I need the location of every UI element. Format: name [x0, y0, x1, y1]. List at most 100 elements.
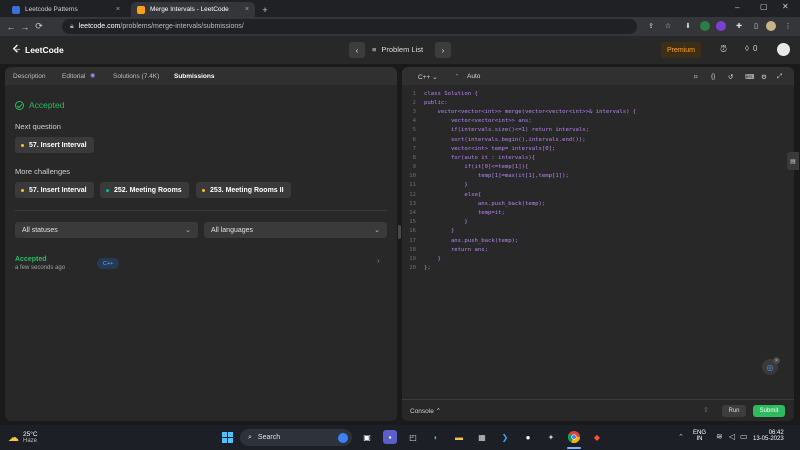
wifi-icon[interactable]: ≋	[716, 432, 723, 441]
challenge-chip[interactable]: 253. Meeting Rooms II	[196, 182, 291, 198]
restore-icon[interactable]: ▢	[760, 2, 768, 11]
sidebar-icon[interactable]: ▯	[751, 21, 761, 31]
difficulty-medium-dot	[202, 188, 205, 192]
submit-button[interactable]: Submit	[753, 405, 785, 417]
code-line: 4 vector<vector<int>> ans;	[402, 117, 794, 126]
close-chat-icon[interactable]: ×	[773, 357, 780, 364]
profile-avatar[interactable]	[766, 21, 776, 31]
app-settings-icon[interactable]: ✦	[544, 430, 558, 444]
prev-problem-button[interactable]: ‹	[349, 42, 365, 58]
task-view-icon[interactable]: ▣	[360, 430, 374, 444]
tab-submissions[interactable]: Submissions	[174, 73, 214, 80]
tab-solutions[interactable]: Solutions (7.4K)	[113, 73, 159, 80]
code-line: 13 ans.push_back(temp);	[402, 199, 794, 208]
tab-editorial[interactable]: Editorial	[62, 73, 85, 80]
braces-icon[interactable]: {}	[711, 73, 715, 80]
extension-icon[interactable]: ⬇	[683, 21, 693, 31]
submission-row[interactable]	[9, 249, 393, 275]
volume-icon[interactable]: ◁	[729, 432, 735, 441]
code-line: 7 vector<int> temp= intervals[0];	[402, 144, 794, 153]
browser-tab-leetcode-patterns[interactable]: Leetcode Patterns ×	[6, 2, 126, 17]
extension-purple-icon[interactable]	[716, 21, 726, 31]
app-icon[interactable]: ●	[521, 430, 535, 444]
lock-icon: 🔒︎	[70, 22, 74, 30]
auto-mode-label[interactable]: Auto	[467, 73, 480, 80]
upload-icon[interactable]: ⇧	[703, 406, 709, 414]
puzzle-extensions-icon[interactable]: ✚	[734, 21, 744, 31]
widgets-icon[interactable]: ◰	[406, 430, 420, 444]
weather-desc: Haze	[23, 438, 38, 444]
close-tab-icon[interactable]: ×	[116, 6, 120, 13]
minimize-icon[interactable]: –	[735, 3, 739, 12]
challenge-chip[interactable]: 252. Meeting Rooms	[100, 182, 189, 198]
store-icon[interactable]: ▦	[475, 430, 489, 444]
chrome-icon[interactable]	[567, 430, 581, 444]
status-filter-select[interactable]: All statuses ⌄	[15, 222, 198, 238]
code-text: if(it[0]<=temp[1]){	[424, 164, 529, 171]
fullscreen-icon[interactable]: ⤢	[777, 73, 782, 81]
tab-title: Leetcode Patterns	[25, 6, 78, 13]
vscode-icon[interactable]: ❯	[498, 430, 512, 444]
language-filter-select[interactable]: All languages ⌄	[204, 222, 387, 238]
settings-gear-icon[interactable]: ⚙	[761, 73, 767, 81]
forward-icon[interactable]: →	[18, 22, 32, 32]
premium-button[interactable]: Premium	[661, 42, 701, 58]
next-question-chip[interactable]: 57. Insert Interval	[15, 137, 94, 153]
chevron-up-icon[interactable]: ⌃	[678, 433, 684, 441]
leetcode-logo[interactable]: LeetCode	[12, 44, 64, 55]
language-value: C++	[418, 74, 431, 81]
code-line: 17 ans.push_back(temp);	[402, 236, 794, 245]
new-tab-icon[interactable]: +	[258, 2, 272, 17]
run-button[interactable]: Run	[722, 405, 746, 417]
line-number: 19	[409, 255, 416, 262]
share-icon[interactable]: ⇪	[646, 21, 656, 31]
panel-resize-handle[interactable]	[398, 225, 401, 239]
user-avatar[interactable]	[777, 43, 790, 56]
problem-list-button[interactable]: ≡ Problem List	[372, 45, 423, 54]
chevron-down-icon: ⌄	[374, 227, 380, 234]
bookmark-star-icon[interactable]: ☆	[663, 21, 673, 31]
next-problem-button[interactable]: ›	[435, 42, 451, 58]
brave-icon[interactable]: ◆	[590, 430, 604, 444]
challenge-chip[interactable]: 57. Insert Interval	[15, 182, 94, 198]
menu-kebab-icon[interactable]: ⋮	[783, 21, 793, 31]
extension-green-icon[interactable]	[700, 21, 710, 31]
code-text: else{	[424, 191, 482, 198]
language-indicator[interactable]: ENG IN	[693, 430, 706, 442]
reset-icon[interactable]: ↺	[728, 73, 733, 81]
bookmark-icon[interactable]: ⌑	[694, 73, 697, 81]
edge-browser-icon[interactable]: ◐	[429, 430, 443, 444]
timer-icon[interactable]: ⏰︎	[720, 44, 727, 55]
console-toggle-button[interactable]: Console ⌃	[410, 407, 441, 415]
tab-description[interactable]: Description	[13, 73, 46, 80]
side-notes-icon[interactable]: ▤	[787, 152, 799, 170]
coins-button[interactable]: ◊ 0	[745, 44, 757, 53]
windows-start-icon[interactable]	[220, 430, 234, 444]
code-text: for(auto it : intervals){	[424, 154, 536, 161]
code-text: public:	[424, 99, 448, 106]
status-filter-value: All statuses	[22, 226, 58, 234]
reload-icon[interactable]: ⟳	[32, 21, 46, 32]
submission-language-badge: C++	[97, 258, 120, 269]
console-label: Console	[410, 408, 434, 415]
difficulty-easy-dot	[106, 188, 109, 192]
language-select[interactable]: C++ ⌄	[418, 73, 438, 81]
clock[interactable]: 06:42 13-05-2023	[753, 430, 784, 442]
close-window-icon[interactable]: ✕	[782, 2, 789, 11]
code-area[interactable]: 1 class Solution {2 public: 3 vector<vector…	[402, 89, 794, 273]
teams-chat-icon[interactable]: ▪	[383, 430, 397, 444]
weather-widget[interactable]: ☁ 25°C Haze	[8, 431, 38, 444]
bing-icon	[338, 432, 348, 443]
browser-tab-merge-intervals[interactable]: Merge Intervals - LeetCode ×	[131, 2, 255, 17]
shortcuts-icon[interactable]: ⌨	[745, 73, 754, 81]
submission-time: a few seconds ago	[15, 265, 66, 271]
back-icon[interactable]: ←	[4, 22, 18, 32]
battery-icon[interactable]: ▭	[740, 432, 748, 441]
url-input[interactable]: 🔒︎ leetcode.com/problems/merge-intervals…	[62, 19, 637, 34]
taskbar-search[interactable]: ⌕ Search	[240, 429, 352, 446]
close-tab-icon[interactable]: ×	[245, 6, 249, 13]
file-explorer-icon[interactable]: ▬	[452, 430, 466, 444]
dot-separator-icon: •	[456, 73, 459, 79]
tab-title: Merge Intervals - LeetCode	[150, 6, 229, 13]
chip-label: 57. Insert Interval	[29, 186, 87, 194]
